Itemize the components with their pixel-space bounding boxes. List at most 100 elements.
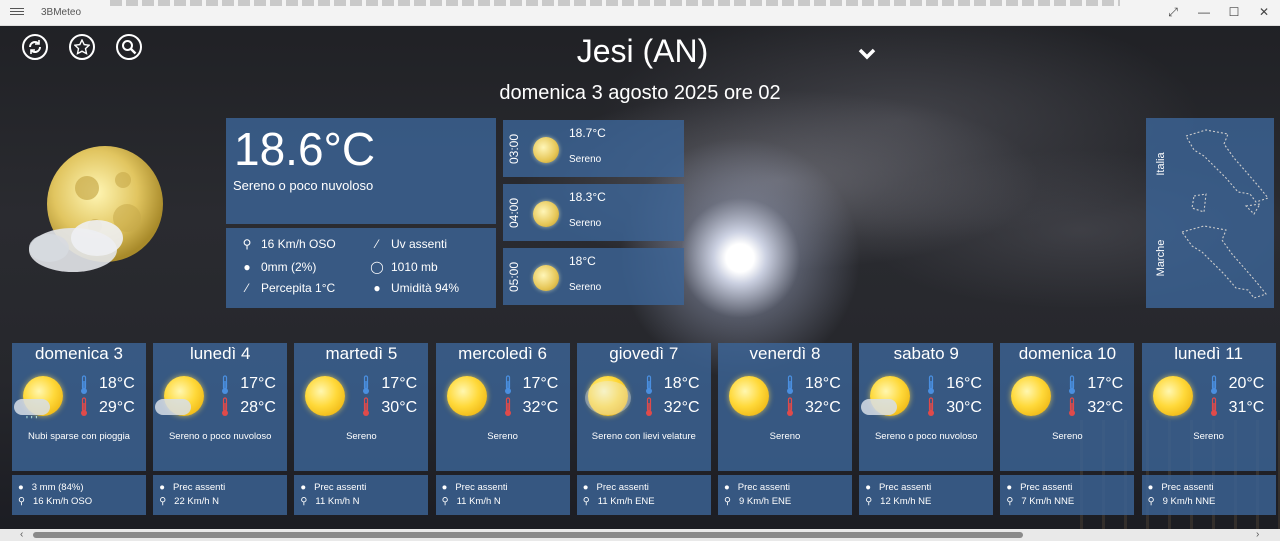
sun-icon: [729, 376, 769, 416]
hour-desc: Sereno: [569, 154, 602, 165]
wind-icon: ⚲: [300, 496, 308, 507]
cloud-icon: [14, 399, 50, 415]
day-footer[interactable]: ● Prec assenti ⚲ 12 Km/h NE: [859, 475, 994, 515]
day-footer[interactable]: ● Prec assenti ⚲ 22 Km/h N: [153, 475, 288, 515]
day-name: domenica 3: [35, 344, 123, 363]
thermometer-min-icon: [221, 375, 229, 395]
thermometer-min-icon: [927, 375, 935, 395]
day-tmin: 17°C: [522, 375, 559, 392]
star-icon[interactable]: [69, 34, 95, 60]
thermometer-max-icon: [786, 397, 794, 417]
horizontal-scrollbar[interactable]: ‹ ›: [0, 529, 1280, 541]
day-desc: Sereno: [769, 431, 801, 442]
scrollbar-thumb[interactable]: [33, 532, 1023, 538]
day-footer[interactable]: ● Prec assenti ⚲ 7 Km/h NNE: [1000, 475, 1135, 515]
day-name: venerdì 8: [749, 344, 821, 363]
app-title: 3BMeteo: [41, 7, 82, 18]
sun-icon: [305, 376, 346, 416]
wind-icon: ⚲: [242, 237, 252, 251]
taskbar-icon-strip: [110, 0, 1120, 6]
scroll-left-icon[interactable]: ‹: [20, 529, 23, 540]
day-tmax: 32°C: [663, 399, 700, 416]
day-footer[interactable]: ● Prec assenti ⚲ 11 Km/h ENE: [576, 475, 711, 515]
day-precip: Prec assenti: [455, 482, 508, 493]
day-tmin: 18°C: [663, 375, 700, 392]
city-name[interactable]: Jesi (AN): [560, 33, 725, 70]
hour-temp: 18.3°C: [569, 190, 606, 204]
refresh-icon[interactable]: [22, 34, 48, 60]
hour-label: 05:00: [507, 261, 521, 292]
search-icon[interactable]: [116, 34, 142, 60]
minimize-button[interactable]: —: [1194, 5, 1214, 19]
day-wind: 16 Km/h OSO: [32, 496, 93, 507]
pressure-value: 1010 mb: [391, 260, 438, 274]
day-card[interactable]: domenica 10 17°C 32°C Sereno: [1000, 343, 1135, 471]
current-description: Sereno o poco nuvoloso: [233, 178, 374, 193]
precip-value: 0mm (2%): [261, 260, 317, 274]
wind-icon: ⚲: [18, 496, 25, 507]
drop-icon: ●: [300, 482, 307, 493]
hamburger-menu-icon[interactable]: [10, 6, 24, 18]
close-button[interactable]: ✕: [1254, 5, 1274, 19]
day-card[interactable]: giovedì 7 18°C 32°C Sereno con lievi velatu…: [576, 343, 711, 471]
drop-icon: ●: [1147, 482, 1154, 493]
chevron-down-icon[interactable]: [857, 44, 877, 64]
scroll-right-icon[interactable]: ›: [1256, 529, 1259, 540]
italy-map-icon[interactable]: [1176, 122, 1272, 304]
precip-row: ● Prec assenti: [1148, 482, 1214, 493]
day-footer[interactable]: ● Prec assenti ⚲ 11 Km/h N: [294, 475, 429, 515]
hourly-item[interactable]: 03:00 18.7°C Sereno: [503, 120, 684, 177]
drop-icon: ●: [865, 482, 871, 493]
day-name: giovedì 7: [609, 344, 679, 363]
day-footer[interactable]: ● Prec assenti ⚲ 11 Km/h N: [435, 475, 570, 515]
cloud-icon: [861, 399, 898, 415]
day-tmin: 17°C: [1087, 375, 1124, 392]
day-footer[interactable]: ● Prec assenti ⚲ 9 Km/h ENE: [718, 475, 852, 515]
day-tmax: 28°C: [240, 399, 276, 416]
current-conditions-panel: 18.6°C Sereno o poco nuvoloso: [226, 118, 496, 224]
day-tmax: 32°C: [522, 399, 559, 416]
map-label-italia[interactable]: Italia: [1155, 144, 1167, 184]
moon-icon: [533, 265, 559, 291]
wind-icon: ⚲: [1147, 496, 1155, 507]
wind-row: ⚲ 7 Km/h NNE: [1006, 496, 1074, 507]
thermometer-max-icon: [221, 397, 229, 417]
day-footer[interactable]: ● 3 mm (84%) ⚲ 16 Km/h OSO: [12, 475, 146, 515]
hourly-item[interactable]: 05:00 18°C Sereno: [503, 248, 684, 305]
map-label-marche[interactable]: Marche: [1155, 238, 1167, 278]
wind-row: ⚲ 11 Km/h ENE: [583, 496, 655, 507]
day-desc: Sereno: [1052, 431, 1083, 442]
perceived-value: Percepita 1°C: [261, 281, 336, 295]
day-footer[interactable]: ● Prec assenti ⚲ 9 Km/h NNE: [1141, 475, 1276, 515]
window-titlebar: 3BMeteo ⤢ — ☐ ✕: [0, 0, 1280, 26]
wind-value: 16 Km/h OSO: [261, 237, 336, 251]
day-card[interactable]: mercoledì 6 17°C 32°C Sereno: [435, 343, 570, 471]
precip-row: ● Prec assenti: [442, 482, 508, 493]
drop-icon: ●: [18, 482, 24, 493]
thermometer-max-icon: [1068, 397, 1076, 417]
maps-panel[interactable]: Italia Marche: [1146, 118, 1274, 308]
day-precip: Prec assenti: [1161, 482, 1214, 493]
maximize-button[interactable]: ☐: [1224, 5, 1244, 19]
precip-row: ● 3 mm (84%): [18, 482, 83, 493]
day-card[interactable]: sabato 9 16°C 30°C Sereno o poco nuvoloso: [859, 343, 994, 471]
day-tmin: 17°C: [240, 375, 276, 392]
current-details-panel: ⚲ 16 Km/h OSO ● 0mm (2%) ⁄ Percepita 1°C ⁄ U…: [226, 228, 496, 308]
day-card[interactable]: venerdì 8 18°C 32°C Sereno: [718, 343, 852, 471]
day-card[interactable]: lunedì 4 17°C 28°C Sereno o poco nuvoloso: [153, 343, 288, 471]
day-tmin: 16°C: [946, 375, 982, 392]
uv-value: Uv assenti: [391, 237, 448, 251]
thermometer-min-icon: [1068, 375, 1076, 395]
day-card[interactable]: lunedì 11 20°C 31°C Sereno: [1141, 343, 1276, 471]
wind-icon: ⚲: [582, 496, 590, 507]
expand-icon[interactable]: ⤢: [1163, 5, 1183, 20]
hourly-item[interactable]: 04:00 18.3°C Sereno: [503, 184, 684, 241]
day-desc: Sereno: [487, 431, 518, 442]
sun-icon: [1011, 376, 1052, 416]
drop-icon: ●: [373, 281, 381, 295]
hour-label: 03:00: [507, 133, 521, 164]
drop-icon: ●: [243, 260, 251, 274]
day-card[interactable]: domenica 3 ' ' ' 18°C 29°C Nubi sparse con p…: [12, 343, 146, 471]
rain-icon: ' ' ': [26, 415, 38, 426]
day-card[interactable]: martedì 5 17°C 30°C Sereno: [294, 343, 429, 471]
